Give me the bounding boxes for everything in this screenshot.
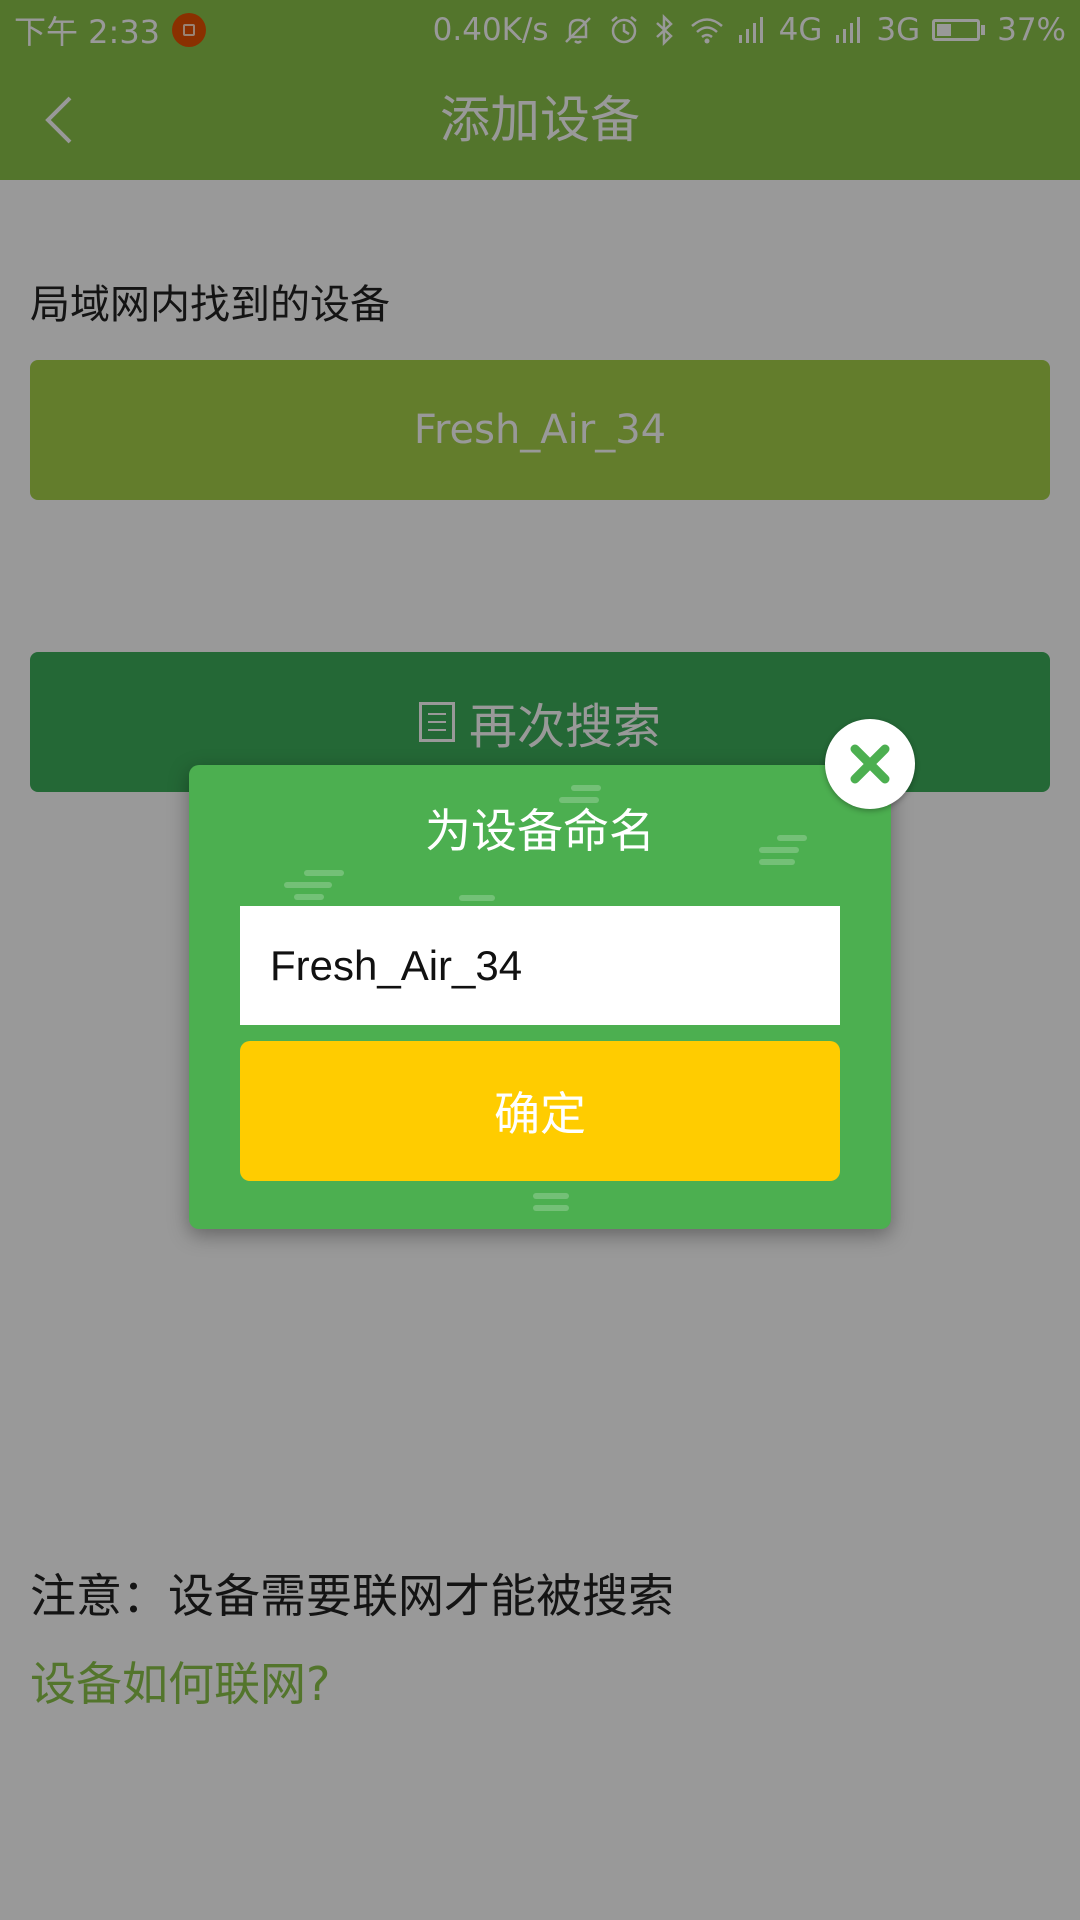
dialog-title: 为设备命名 — [425, 804, 655, 858]
device-name-input[interactable] — [240, 906, 840, 1025]
decorative-pattern — [533, 1193, 583, 1223]
close-button[interactable] — [825, 719, 915, 809]
decorative-pattern — [284, 870, 354, 910]
rename-dialog: 为设备命名 确定 — [189, 719, 915, 1229]
close-icon — [850, 744, 890, 784]
confirm-label: 确定 — [494, 1087, 586, 1141]
confirm-button[interactable]: 确定 — [240, 1041, 840, 1181]
